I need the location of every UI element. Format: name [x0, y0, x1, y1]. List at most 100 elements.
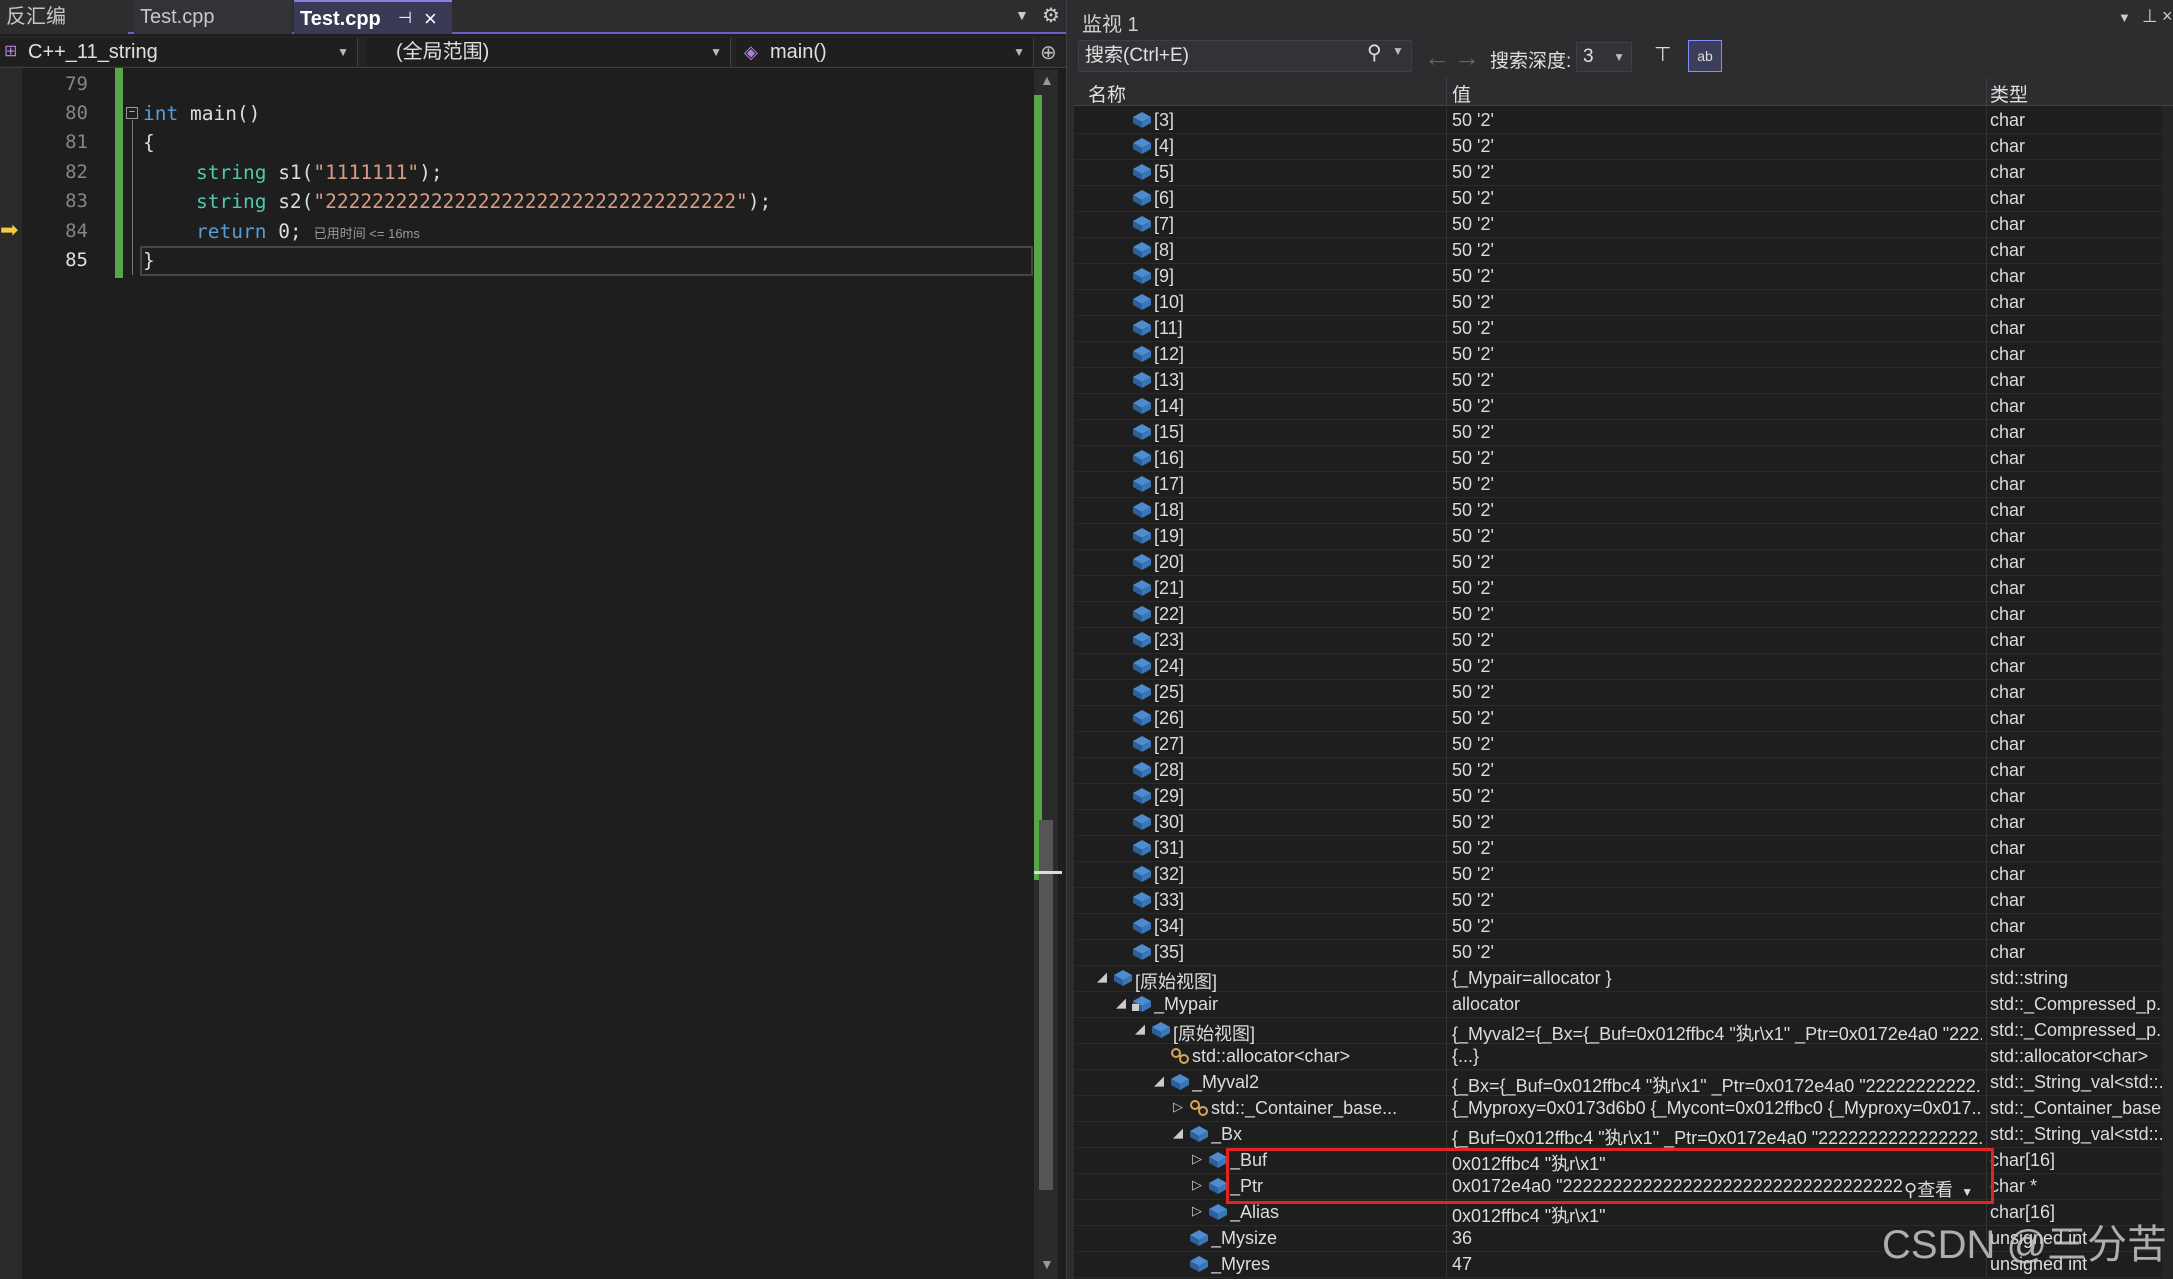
pin-icon[interactable]: ⊥: [2142, 6, 2158, 27]
watch-row[interactable]: [23] 50 '2' char: [1074, 628, 2173, 654]
watch-row-value[interactable]: {_Myproxy=0x0173d6b0 {_Mycont=0x012ffbc0…: [1452, 1098, 1982, 1119]
watch-row[interactable]: [26] 50 '2' char: [1074, 706, 2173, 732]
watch-row[interactable]: [31] 50 '2' char: [1074, 836, 2173, 862]
search-input[interactable]: 搜索(Ctrl+E): [1078, 40, 1412, 72]
pin-icon[interactable]: ⊣: [398, 2, 412, 36]
watch-row-value[interactable]: 50 '2': [1452, 240, 1982, 261]
watch-row[interactable]: [25] 50 '2' char: [1074, 680, 2173, 706]
search-icon[interactable]: ⚲: [1367, 40, 1382, 65]
watch-row-value[interactable]: {_Mypair=allocator }: [1452, 968, 1982, 989]
close-icon[interactable]: ×: [424, 2, 437, 36]
member-dropdown[interactable]: ◈ main() ▼: [736, 38, 1034, 66]
expand-icon[interactable]: ▷: [1192, 1203, 1202, 1219]
watch-row[interactable]: [11] 50 '2' char: [1074, 316, 2173, 342]
watch-row[interactable]: [27] 50 '2' char: [1074, 732, 2173, 758]
scroll-up-icon[interactable]: ▲: [1040, 72, 1054, 88]
watch-row[interactable]: [9] 50 '2' char: [1074, 264, 2173, 290]
chevron-down-icon[interactable]: ▼: [1015, 7, 1029, 23]
watch-row-value[interactable]: {_Myval2={_Bx={_Buf=0x012ffbc4 "犱r\x1" _…: [1452, 1020, 1982, 1046]
watch-row-value[interactable]: 50 '2': [1452, 162, 1982, 183]
watch-row[interactable]: [12] 50 '2' char: [1074, 342, 2173, 368]
watch-row[interactable]: [4] 50 '2' char: [1074, 134, 2173, 160]
watch-row[interactable]: [3] 50 '2' char: [1074, 108, 2173, 134]
tab-test-cpp[interactable]: Test.cpp: [134, 0, 292, 34]
watch-row-value[interactable]: 50 '2': [1452, 812, 1982, 833]
watch-row-value[interactable]: 50 '2': [1452, 734, 1982, 755]
watch-row[interactable]: [35] 50 '2' char: [1074, 940, 2173, 966]
watch-row[interactable]: [19] 50 '2' char: [1074, 524, 2173, 550]
watch-row[interactable]: [28] 50 '2' char: [1074, 758, 2173, 784]
column-divider[interactable]: [1446, 78, 1447, 106]
watch-row[interactable]: [10] 50 '2' char: [1074, 290, 2173, 316]
watch-row-value[interactable]: 50 '2': [1452, 526, 1982, 547]
watch-row[interactable]: [21] 50 '2' char: [1074, 576, 2173, 602]
code-line-83[interactable]: string s2("22222222222222222222222222222…: [196, 187, 771, 216]
column-name[interactable]: 名称: [1088, 80, 1126, 107]
column-type[interactable]: 类型: [1990, 80, 2028, 107]
watch-row[interactable]: [30] 50 '2' char: [1074, 810, 2173, 836]
watch-row[interactable]: ◢ _Myval2 {_Bx={_Buf=0x012ffbc4 "犱r\x1" _P…: [1074, 1070, 2173, 1096]
code-editor[interactable]: 反汇编 Test.cpp Test.cpp ⊣ × ▼ ⚙ ⊞ C++_11_stri…: [0, 0, 1066, 1279]
watch-row-value[interactable]: 50 '2': [1452, 890, 1982, 911]
column-value[interactable]: 值: [1452, 80, 1471, 107]
watch-row-value[interactable]: {...}: [1452, 1046, 1982, 1067]
watch-row[interactable]: [13] 50 '2' char: [1074, 368, 2173, 394]
watch-row[interactable]: ◢ _Mypair allocator std::_Compressed_p...: [1074, 992, 2173, 1018]
watch-row-value[interactable]: 50 '2': [1452, 214, 1982, 235]
collapse-icon[interactable]: −: [126, 107, 138, 119]
watch-row-value[interactable]: 50 '2': [1452, 942, 1982, 963]
watch-row-value[interactable]: 50 '2': [1452, 656, 1982, 677]
watch-row-value[interactable]: {_Buf=0x012ffbc4 "犱r\x1" _Ptr=0x0172e4a0…: [1452, 1124, 1982, 1150]
watch-row[interactable]: [14] 50 '2' char: [1074, 394, 2173, 420]
watch-row[interactable]: std::allocator<char> {...} std::allocator<…: [1074, 1044, 2173, 1070]
search-depth-select[interactable]: 3 ▼: [1576, 42, 1632, 72]
watch-row-value[interactable]: 50 '2': [1452, 578, 1982, 599]
watch-row[interactable]: [24] 50 '2' char: [1074, 654, 2173, 680]
scroll-down-icon[interactable]: ▼: [1040, 1256, 1054, 1272]
watch-row[interactable]: [18] 50 '2' char: [1074, 498, 2173, 524]
code-line-84[interactable]: return 0; 已用时间 <= 16ms: [196, 217, 420, 246]
pane-splitter[interactable]: [1066, 0, 1074, 1279]
watch-row-value[interactable]: 50 '2': [1452, 422, 1982, 443]
watch-row-value[interactable]: 50 '2': [1452, 630, 1982, 651]
watch-row[interactable]: [15] 50 '2' char: [1074, 420, 2173, 446]
gear-icon[interactable]: ⚙: [1042, 3, 1060, 28]
watch-row[interactable]: [32] 50 '2' char: [1074, 862, 2173, 888]
window-menu-icon[interactable]: ▼: [2118, 10, 2131, 25]
watch-row-value[interactable]: allocator: [1452, 994, 1982, 1015]
watch-row[interactable]: [20] 50 '2' char: [1074, 550, 2173, 576]
scope-dropdown[interactable]: (全局范围) ▼: [366, 38, 731, 66]
watch-scrollbar[interactable]: [2162, 106, 2173, 1279]
code-line-82[interactable]: string s1("1111111");: [196, 158, 443, 187]
watch-row[interactable]: [17] 50 '2' char: [1074, 472, 2173, 498]
column-divider[interactable]: [1986, 78, 1987, 106]
arrow-left-icon[interactable]: ←: [1424, 42, 1450, 73]
watch-row[interactable]: [8] 50 '2' char: [1074, 238, 2173, 264]
code-line-85[interactable]: }: [143, 246, 155, 275]
close-icon[interactable]: ×: [2162, 6, 2173, 27]
collapse-icon[interactable]: ◢: [1097, 969, 1107, 985]
watch-row[interactable]: [22] 50 '2' char: [1074, 602, 2173, 628]
watch-row-value[interactable]: 50 '2': [1452, 136, 1982, 157]
tab-disassembly[interactable]: 反汇编: [0, 0, 128, 34]
watch-row-value[interactable]: 50 '2': [1452, 500, 1982, 521]
watch-row-value[interactable]: 50 '2': [1452, 864, 1982, 885]
hex-display-toggle[interactable]: ab: [1688, 40, 1722, 72]
scrollbar-thumb[interactable]: [1039, 820, 1053, 1190]
watch-row-value[interactable]: 50 '2': [1452, 838, 1982, 859]
watch-row-value[interactable]: 50 '2': [1452, 916, 1982, 937]
watch-row[interactable]: [33] 50 '2' char: [1074, 888, 2173, 914]
watch-row[interactable]: [6] 50 '2' char: [1074, 186, 2173, 212]
watch-row-value[interactable]: 50 '2': [1452, 786, 1982, 807]
watch-row[interactable]: [29] 50 '2' char: [1074, 784, 2173, 810]
watch-row-value[interactable]: {_Bx={_Buf=0x012ffbc4 "犱r\x1" _Ptr=0x017…: [1452, 1072, 1982, 1098]
project-dropdown[interactable]: ⊞ C++_11_string ▼: [0, 38, 358, 66]
expand-icon[interactable]: ▷: [1192, 1177, 1202, 1193]
watch-row-value[interactable]: 50 '2': [1452, 448, 1982, 469]
watch-row-value[interactable]: 50 '2': [1452, 188, 1982, 209]
chevron-down-icon[interactable]: ▼: [1392, 44, 1404, 58]
watch-row-value[interactable]: 50 '2': [1452, 708, 1982, 729]
watch-row[interactable]: [7] 50 '2' char: [1074, 212, 2173, 238]
watch-row-value[interactable]: 50 '2': [1452, 474, 1982, 495]
collapse-icon[interactable]: ◢: [1135, 1021, 1145, 1037]
